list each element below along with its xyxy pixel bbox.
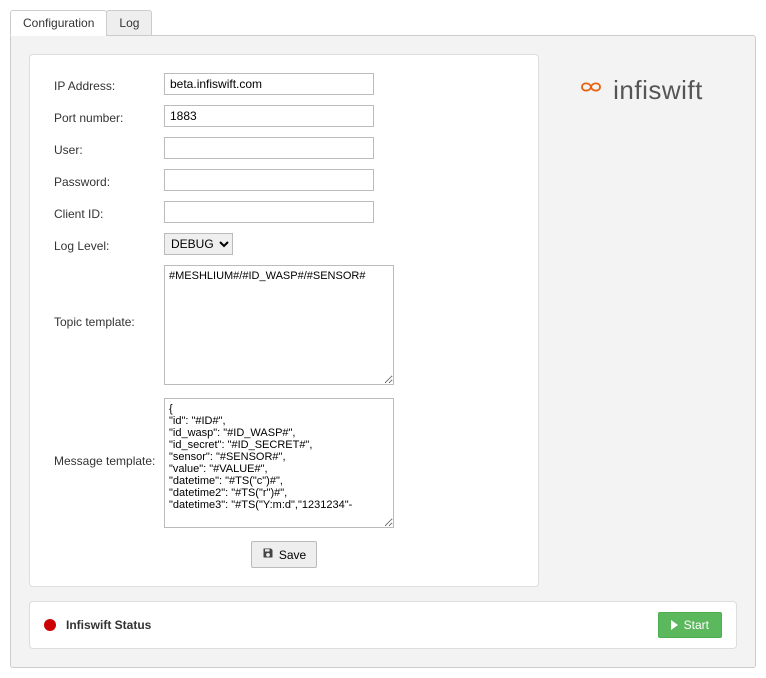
- msg-label: Message template:: [54, 398, 164, 468]
- save-button-label: Save: [279, 548, 306, 562]
- ip-input[interactable]: [164, 73, 374, 95]
- loglevel-label: Log Level:: [54, 236, 164, 253]
- clientid-label: Client ID:: [54, 204, 164, 221]
- topic-label: Topic template:: [54, 265, 164, 329]
- save-icon: [262, 547, 274, 562]
- port-input[interactable]: [164, 105, 374, 127]
- clientid-input[interactable]: [164, 201, 374, 223]
- start-button-label: Start: [684, 618, 709, 632]
- status-label: Infiswift Status: [66, 618, 658, 632]
- port-label: Port number:: [54, 108, 164, 125]
- password-input[interactable]: [164, 169, 374, 191]
- tab-bar: Configuration Log: [10, 10, 756, 36]
- config-form: IP Address: Port number: User: Password:: [29, 54, 539, 587]
- topic-textarea[interactable]: [164, 265, 394, 385]
- start-button[interactable]: Start: [658, 612, 722, 638]
- user-input[interactable]: [164, 137, 374, 159]
- msg-textarea[interactable]: [164, 398, 394, 528]
- status-bar: Infiswift Status Start: [29, 601, 737, 649]
- tab-log[interactable]: Log: [106, 10, 152, 36]
- brand-name: infiswift: [613, 75, 703, 106]
- password-label: Password:: [54, 172, 164, 189]
- loglevel-select[interactable]: DEBUG: [164, 233, 233, 255]
- status-indicator-icon: [44, 619, 56, 631]
- brand-logo: infiswift: [573, 74, 703, 107]
- play-icon: [671, 620, 678, 630]
- ip-label: IP Address:: [54, 76, 164, 93]
- infinity-icon: [573, 74, 609, 107]
- user-label: User:: [54, 140, 164, 157]
- logo-area: infiswift: [539, 54, 737, 107]
- tab-configuration[interactable]: Configuration: [10, 10, 107, 36]
- config-panel: IP Address: Port number: User: Password:: [10, 35, 756, 668]
- save-button[interactable]: Save: [251, 541, 317, 568]
